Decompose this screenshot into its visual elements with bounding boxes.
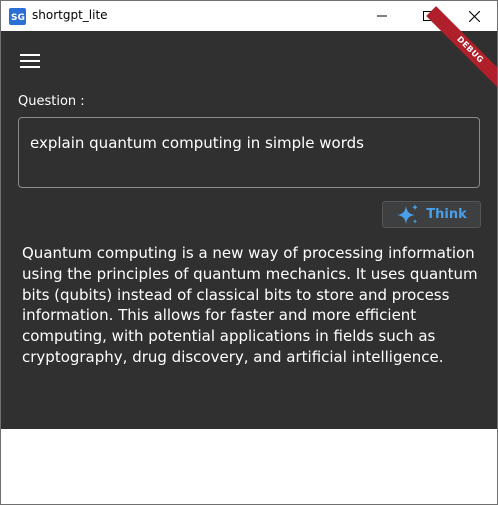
minimize-button[interactable] <box>359 1 405 31</box>
think-button[interactable]: Think <box>382 201 481 228</box>
window-background <box>1 429 497 504</box>
question-input[interactable]: explain quantum computing in simple word… <box>18 117 480 188</box>
app-icon: SG <box>9 8 26 25</box>
window-title: shortgpt_lite <box>32 8 108 22</box>
answer-text: Quantum computing is a new way of proces… <box>22 244 478 366</box>
app-content: DEBUG Question : explain quantum computi… <box>1 6 497 429</box>
app-window: SG shortgpt_lite DEBUG Question: explai… <box>0 0 498 505</box>
menu-button[interactable] <box>15 46 45 76</box>
title-bar[interactable]: SG shortgpt_lite <box>1 1 497 31</box>
think-button-label: Think <box>426 207 467 222</box>
sparkle-icon <box>397 203 419 224</box>
close-icon <box>468 10 480 22</box>
svg-text:SG: SG <box>11 13 25 23</box>
question-label: Question : <box>18 94 85 109</box>
minimize-icon <box>377 15 387 17</box>
hamburger-menu-icon <box>20 54 40 68</box>
close-button[interactable] <box>451 1 497 31</box>
